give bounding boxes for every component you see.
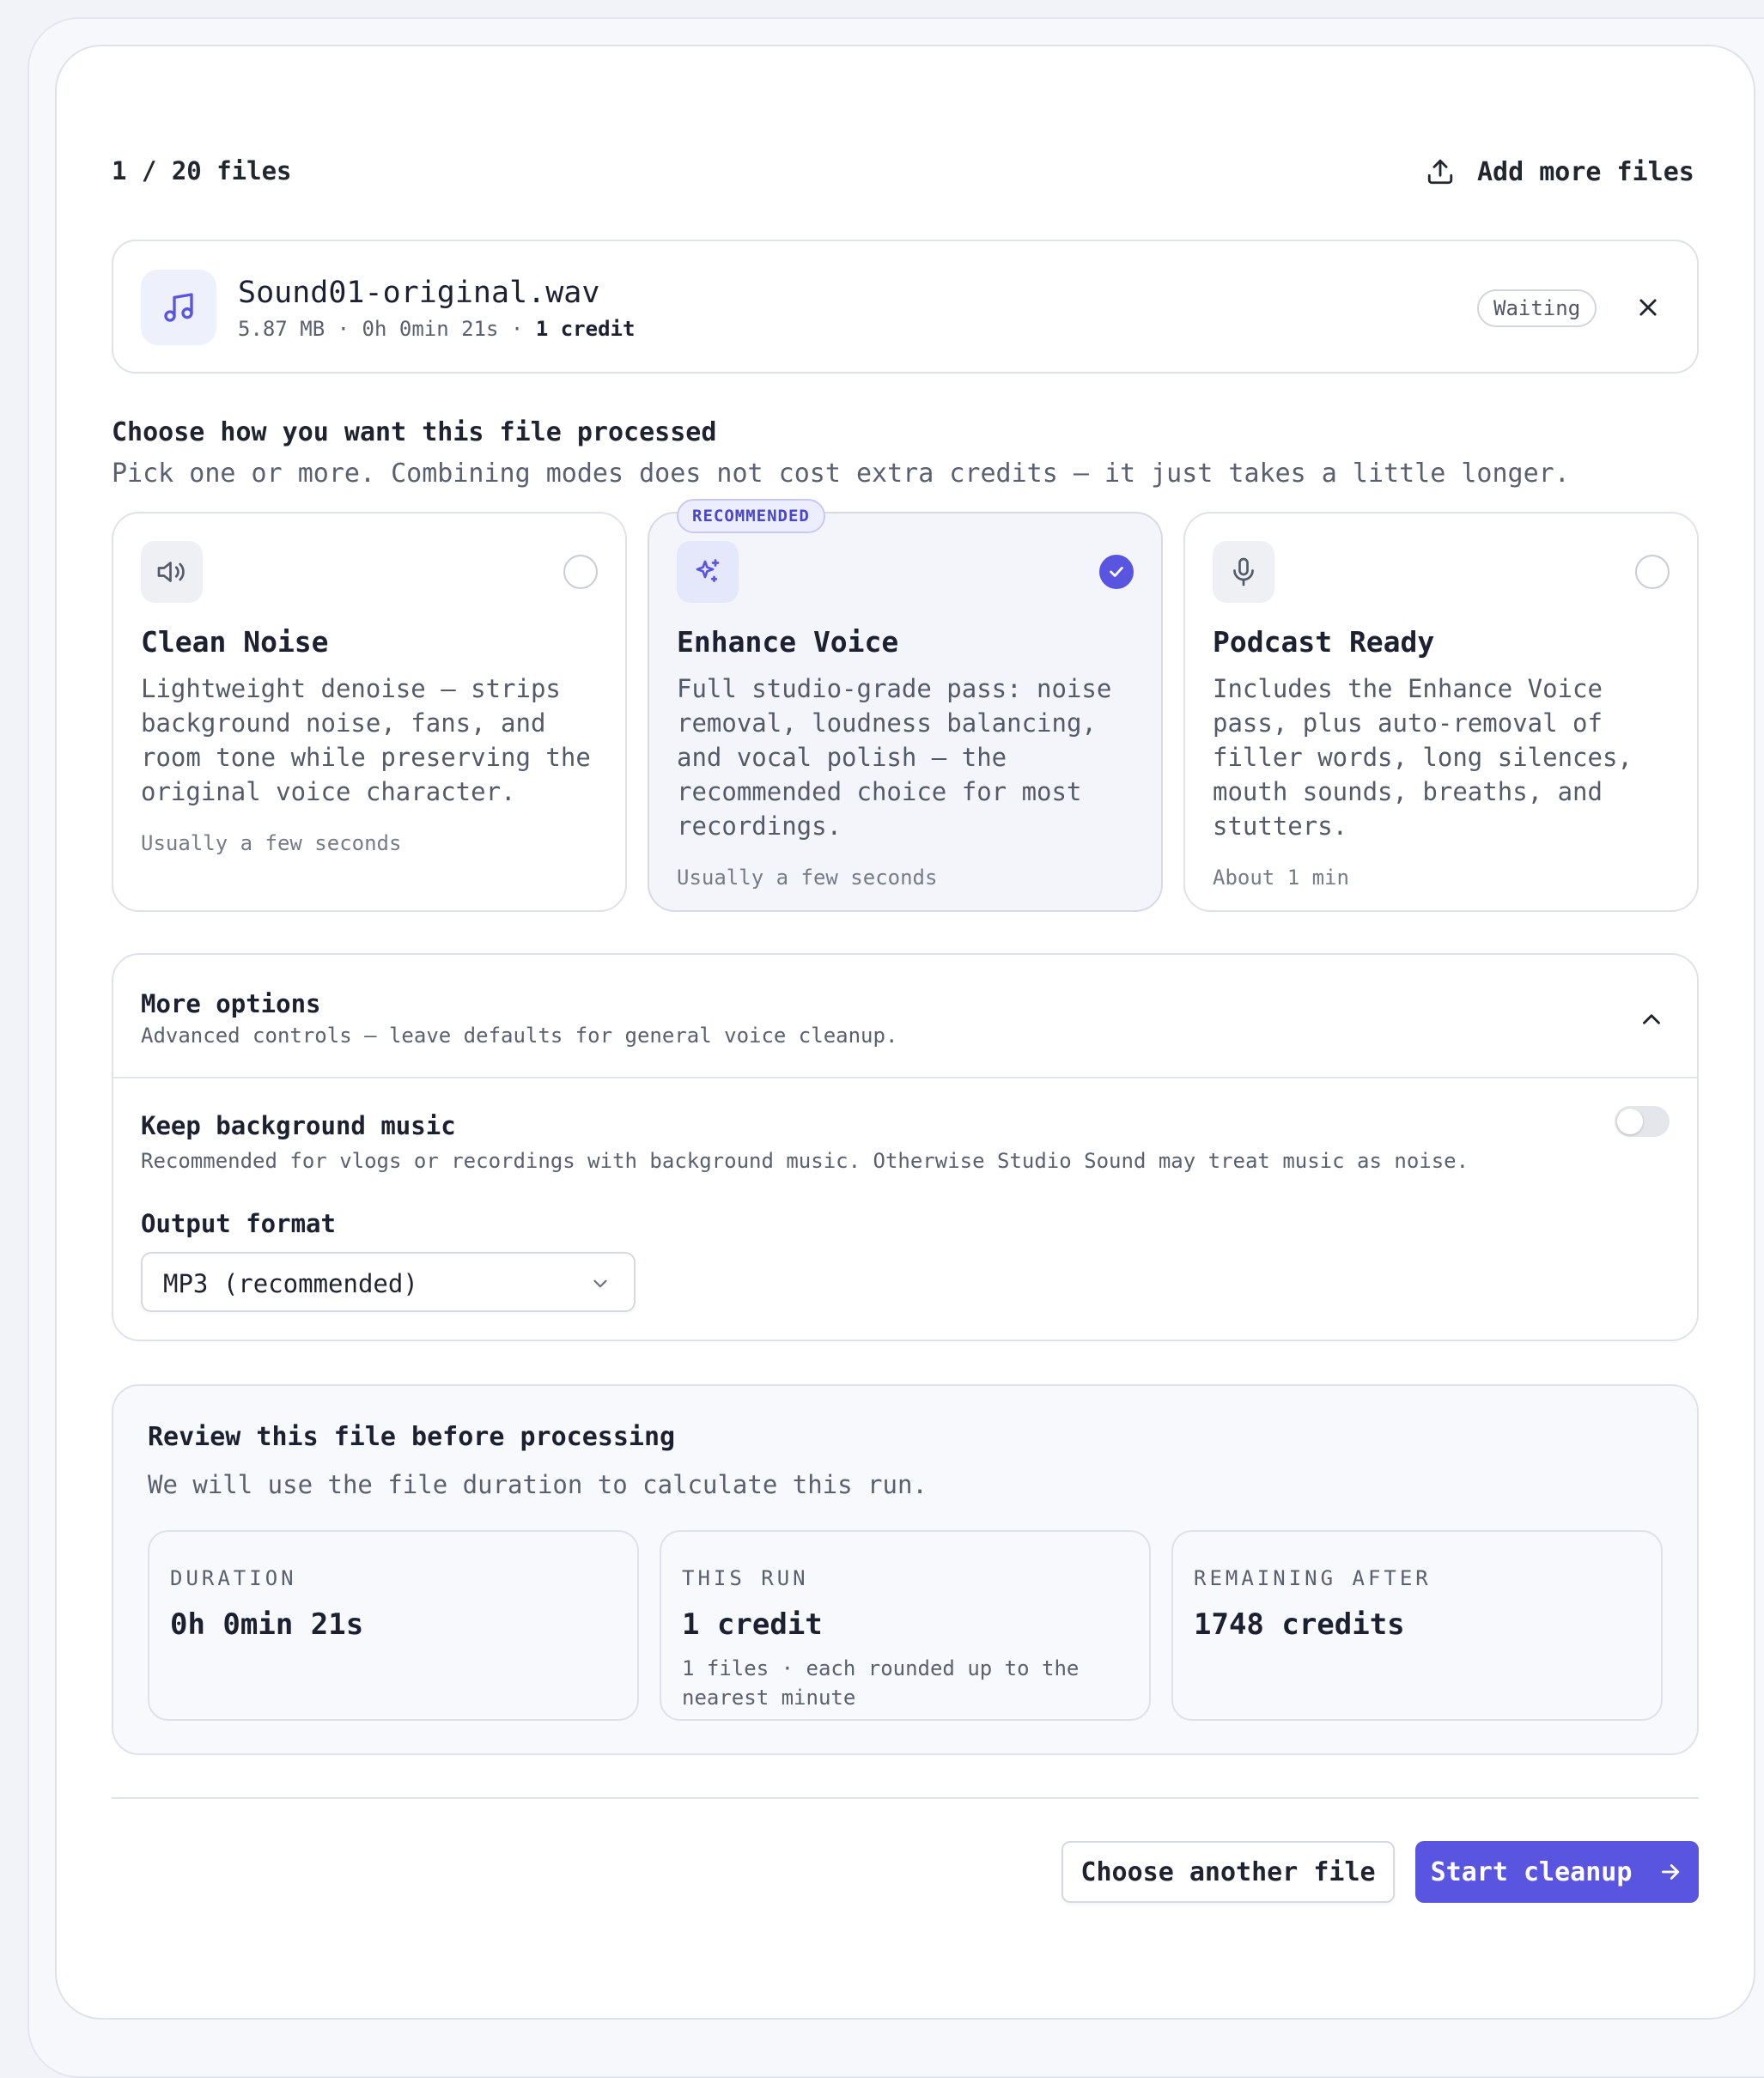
- chevron-down-icon: [593, 1279, 607, 1288]
- button-label: Choose another file: [1080, 1856, 1376, 1887]
- recommended-badge: RECOMMENDED: [677, 499, 825, 533]
- mode-time: Usually a few seconds: [677, 866, 938, 890]
- file-row: Sound01-original.wav 5.87 MB · 0h 0min 2…: [112, 240, 1699, 374]
- more-options-subtitle: Advanced controls — leave defaults for g…: [141, 1024, 898, 1048]
- stat-note: 1 files · each rounded up to the nearest…: [682, 1656, 1080, 1710]
- stat-label: DURATION: [170, 1566, 297, 1590]
- mode-card-enhance-voice[interactable]: Enhance Voice Full studio-grade pass: no…: [648, 512, 1163, 912]
- mode-description: Full studio-grade pass: noise removal, l…: [677, 674, 1112, 841]
- add-more-files-button[interactable]: Add more files: [1426, 153, 1694, 191]
- output-format-value: MP3 (recommended): [163, 1269, 418, 1298]
- choose-another-file-button[interactable]: Choose another file: [1061, 1841, 1395, 1903]
- close-icon: [1639, 299, 1657, 316]
- stat-remaining-after: REMAINING AFTER 1748 credits: [1171, 1530, 1663, 1721]
- divider: [112, 1797, 1699, 1799]
- arrow-right-icon: [1662, 1864, 1680, 1880]
- mode-time: About 1 min: [1213, 866, 1349, 890]
- stat-value: 1748 credits: [1194, 1607, 1405, 1642]
- file-duration: 0h 0min 21s: [362, 317, 499, 341]
- music-note-icon: [141, 270, 216, 345]
- output-format-select[interactable]: MP3 (recommended): [141, 1252, 636, 1312]
- microphone-icon: [1213, 541, 1274, 603]
- meta-separator: ·: [498, 317, 536, 341]
- files-counter: 1 / 20 files: [112, 156, 292, 185]
- toggle-knob: [1617, 1109, 1643, 1134]
- file-cost: 1 credit: [535, 317, 636, 341]
- chevron-up-icon[interactable]: [1637, 1005, 1666, 1034]
- mode-title: Enhance Voice: [677, 625, 899, 659]
- keep-music-toggle[interactable]: [1615, 1106, 1670, 1137]
- keep-music-subtitle: Recommended for vlogs or recordings with…: [141, 1149, 1469, 1173]
- sparkles-icon: [677, 541, 739, 603]
- stat-this-run: THIS RUN 1 credit 1 files · each rounded…: [660, 1530, 1151, 1721]
- stat-label: THIS RUN: [682, 1566, 809, 1590]
- add-more-files-label: Add more files: [1477, 156, 1694, 187]
- stat-duration: DURATION 0h 0min 21s: [148, 1530, 639, 1721]
- review-title: Review this file before processing: [148, 1422, 676, 1452]
- mode-description: Lightweight denoise — strips background …: [141, 674, 591, 806]
- stat-label: REMAINING AFTER: [1194, 1566, 1432, 1590]
- more-options-panel: More options Advanced controls — leave d…: [112, 953, 1699, 1341]
- check-icon: [1110, 567, 1123, 577]
- mode-card-clean-noise[interactable]: Clean Noise Lightweight denoise — strips…: [112, 512, 627, 912]
- section-subtitle: Pick one or more. Combining modes does n…: [112, 459, 1570, 489]
- upload-icon: [1427, 159, 1453, 185]
- stat-value: 1 credit: [682, 1607, 823, 1642]
- divider: [113, 1077, 1697, 1078]
- file-size: 5.87 MB: [238, 317, 325, 341]
- output-format-label: Output format: [141, 1209, 336, 1238]
- speaker-icon: [141, 541, 203, 603]
- review-panel: Review this file before processing We wi…: [112, 1384, 1699, 1755]
- mode-title: Podcast Ready: [1213, 625, 1435, 659]
- start-cleanup-button[interactable]: Start cleanup: [1415, 1841, 1699, 1903]
- mode-title: Clean Noise: [141, 625, 329, 659]
- meta-separator: ·: [325, 317, 362, 341]
- mode-radio[interactable]: [563, 555, 598, 589]
- more-options-title: More options: [141, 989, 321, 1018]
- file-meta: 5.87 MB · 0h 0min 21s · 1 credit: [238, 317, 635, 341]
- section-title: Choose how you want this file processed: [112, 417, 717, 447]
- status-badge: Waiting: [1477, 289, 1597, 327]
- mode-radio[interactable]: [1635, 555, 1670, 589]
- mode-description: Includes the Enhance Voice pass, plus au…: [1213, 674, 1633, 841]
- stat-value: 0h 0min 21s: [170, 1607, 364, 1642]
- remove-file-button[interactable]: [1627, 286, 1670, 329]
- mode-time: Usually a few seconds: [141, 831, 402, 855]
- file-name: Sound01-original.wav: [238, 276, 600, 310]
- keep-music-title: Keep background music: [141, 1111, 456, 1140]
- button-label: Start cleanup: [1430, 1856, 1633, 1887]
- mode-radio-checked[interactable]: [1099, 555, 1134, 589]
- review-subtitle: We will use the file duration to calcula…: [148, 1470, 928, 1499]
- mode-card-podcast-ready[interactable]: Podcast Ready Includes the Enhance Voice…: [1183, 512, 1699, 912]
